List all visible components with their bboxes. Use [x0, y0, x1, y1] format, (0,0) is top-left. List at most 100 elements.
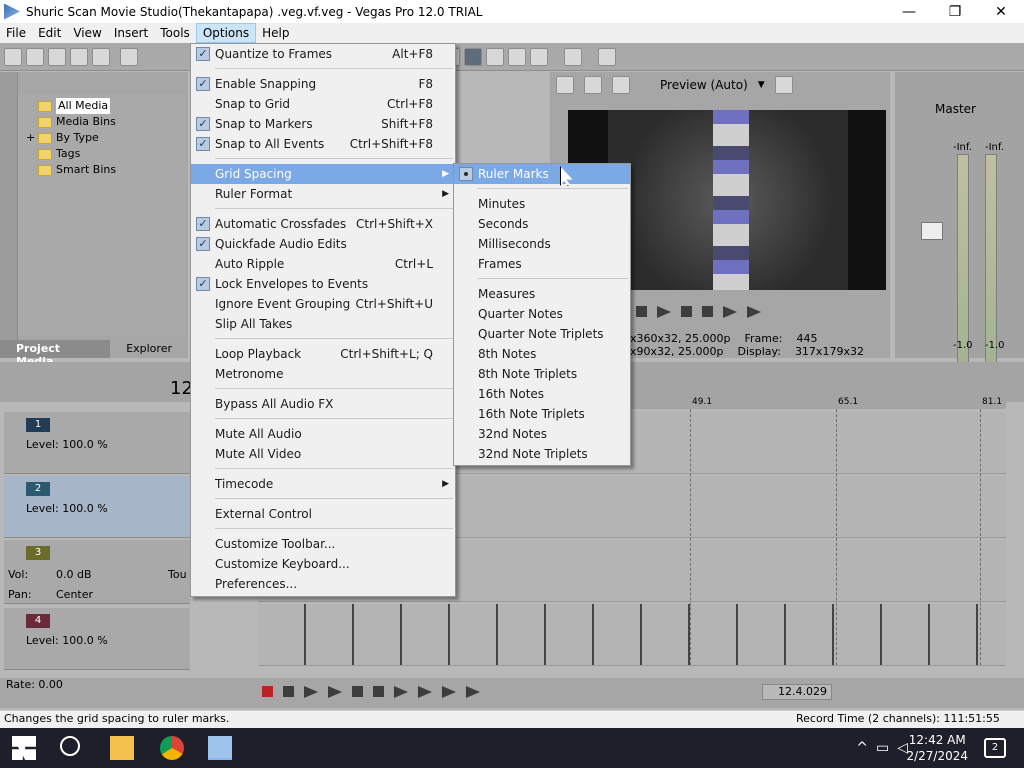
- menu-help[interactable]: Help: [256, 23, 295, 43]
- grid-item-16th-note-triplets[interactable]: 16th Note Triplets: [454, 404, 630, 424]
- tab-project-media[interactable]: Project Media: [0, 340, 111, 368]
- menu-item-grid-spacing[interactable]: Grid Spacing ▶: [191, 164, 455, 184]
- touch-mode[interactable]: Tou: [168, 568, 187, 581]
- save-as-icon[interactable]: [70, 47, 88, 66]
- grid-item-minutes[interactable]: Minutes: [454, 194, 630, 214]
- tray-chevron-icon[interactable]: ^: [856, 740, 868, 756]
- menu-item-bypass-all-audio-fx[interactable]: Bypass All Audio FX: [191, 394, 455, 414]
- go-to-start-icon[interactable]: [394, 686, 408, 698]
- grid-item-8th-notes[interactable]: 8th Notes: [454, 344, 630, 364]
- grid-item-32nd-note-triplets[interactable]: 32nd Note Triplets: [454, 444, 630, 464]
- preview-settings-icon[interactable]: [556, 76, 574, 94]
- grid-item-16th-notes[interactable]: 16th Notes: [454, 384, 630, 404]
- menu-item-customize-toolbar[interactable]: Customize Toolbar...: [191, 534, 455, 554]
- menu-options[interactable]: Options: [195, 23, 257, 43]
- grid-item-quarter-note-triplets[interactable]: Quarter Note Triplets: [454, 324, 630, 344]
- pause-icon[interactable]: [352, 686, 363, 697]
- taskbar-clock[interactable]: 12:42 AM 2/27/2024: [906, 732, 968, 764]
- expand-toggle[interactable]: +: [26, 130, 35, 146]
- snap-icon[interactable]: [464, 47, 482, 66]
- network-icon[interactable]: ▭: [876, 740, 889, 756]
- record-icon[interactable]: [262, 686, 273, 697]
- loop-icon[interactable]: [283, 686, 294, 697]
- stop-icon[interactable]: [702, 306, 713, 317]
- menu-item-metronome[interactable]: Metronome: [191, 364, 455, 384]
- menu-item-loop-playback[interactable]: Loop Playback Ctrl+Shift+L; Q: [191, 344, 455, 364]
- menu-item-slip-all-takes[interactable]: Slip All Takes: [191, 314, 455, 334]
- track-header-1[interactable]: 1 Level: 100.0 %: [4, 412, 190, 474]
- lock-envelopes-icon[interactable]: [508, 47, 526, 66]
- auto-ripple-icon[interactable]: [486, 47, 504, 66]
- overlays-icon[interactable]: [774, 76, 793, 94]
- cut-icon[interactable]: [120, 47, 138, 66]
- play-from-start-icon[interactable]: [304, 686, 318, 698]
- menu-item-ignore-event-grouping[interactable]: Ignore Event Grouping Ctrl+Shift+U: [191, 294, 455, 314]
- search-icon[interactable]: [60, 736, 80, 756]
- menu-item-snap-to-markers[interactable]: ✓ Snap to Markers Shift+F8: [191, 114, 455, 134]
- pause-icon[interactable]: [681, 306, 692, 317]
- timeline-time-display[interactable]: 12.4.029: [762, 684, 832, 700]
- menu-item-lock-envelopes-to-events[interactable]: ✓ Lock Envelopes to Events: [191, 274, 455, 294]
- menu-item-mute-all-audio[interactable]: Mute All Audio: [191, 424, 455, 444]
- menu-view[interactable]: View: [67, 23, 107, 43]
- save-icon[interactable]: [48, 47, 66, 66]
- tree-item-by-type[interactable]: By Type: [38, 130, 99, 146]
- grid-item-8th-note-triplets[interactable]: 8th Note Triplets: [454, 364, 630, 384]
- menu-item-mute-all-video[interactable]: Mute All Video: [191, 444, 455, 464]
- maximize-button[interactable]: ❐: [932, 0, 978, 23]
- menu-item-enable-snapping[interactable]: ✓ Enable Snapping F8: [191, 74, 455, 94]
- menu-tools[interactable]: Tools: [154, 23, 196, 43]
- stop-icon[interactable]: [373, 686, 384, 697]
- chevron-down-icon[interactable]: ▼: [758, 80, 765, 90]
- help-pointer-icon[interactable]: [598, 47, 616, 66]
- open-icon[interactable]: [26, 47, 44, 66]
- start-icon[interactable]: [12, 736, 36, 760]
- notification-icon[interactable]: 2: [984, 738, 1006, 758]
- menu-item-ruler-format[interactable]: Ruler Format ▶: [191, 184, 455, 204]
- grid-item-quarter-notes[interactable]: Quarter Notes: [454, 304, 630, 324]
- properties-icon[interactable]: [92, 47, 110, 66]
- menu-item-external-control[interactable]: External Control: [191, 504, 455, 524]
- menu-item-quickfade-audio-edits[interactable]: ✓ Quickfade Audio Edits: [191, 234, 455, 254]
- preview-quality-dropdown[interactable]: Preview (Auto): [660, 78, 748, 92]
- tree-item-all-media[interactable]: All Media: [38, 98, 111, 114]
- tree-item-smart-bins[interactable]: Smart Bins: [38, 162, 116, 178]
- menu-item-customize-keyboard[interactable]: Customize Keyboard...: [191, 554, 455, 574]
- tab-explorer[interactable]: Explorer: [110, 340, 188, 358]
- crossfade-icon[interactable]: [564, 47, 582, 66]
- menu-item-preferences[interactable]: Preferences...: [191, 574, 455, 594]
- file-explorer-icon[interactable]: [110, 736, 134, 760]
- next-frame-icon[interactable]: [747, 306, 761, 318]
- menu-edit[interactable]: Edit: [32, 23, 67, 43]
- grid-item-frames[interactable]: Frames: [454, 254, 630, 274]
- menu-item-snap-to-all-events[interactable]: ✓ Snap to All Events Ctrl+Shift+F8: [191, 134, 455, 154]
- new-project-icon[interactable]: [4, 47, 22, 66]
- ignore-grouping-icon[interactable]: [530, 47, 548, 66]
- minimize-button[interactable]: —: [886, 0, 932, 23]
- menu-item-quantize-to-frames[interactable]: ✓ Quantize to Frames Alt+F8: [191, 44, 455, 64]
- vegas-icon[interactable]: [208, 736, 232, 760]
- go-to-end-icon[interactable]: [418, 686, 432, 698]
- track-header-2[interactable]: 2 Level: 100.0 %: [4, 476, 190, 538]
- menu-insert[interactable]: Insert: [108, 23, 154, 43]
- loop-icon[interactable]: [636, 306, 647, 317]
- menu-item-snap-to-grid[interactable]: Snap to Grid Ctrl+F8: [191, 94, 455, 114]
- external-monitor-icon[interactable]: [584, 76, 602, 94]
- tree-item-media-bins[interactable]: Media Bins: [38, 114, 116, 130]
- grid-item-seconds[interactable]: Seconds: [454, 214, 630, 234]
- split-screen-icon[interactable]: [612, 76, 630, 94]
- menu-item-automatic-crossfades[interactable]: ✓ Automatic Crossfades Ctrl+Shift+X: [191, 214, 455, 234]
- menu-file[interactable]: File: [0, 23, 32, 43]
- play-from-start-icon[interactable]: [657, 306, 671, 318]
- master-fader[interactable]: [921, 222, 943, 240]
- close-button[interactable]: ✕: [978, 0, 1024, 23]
- play-icon[interactable]: [328, 686, 342, 698]
- menu-item-timecode[interactable]: Timecode ▶: [191, 474, 455, 494]
- menu-item-auto-ripple[interactable]: Auto Ripple Ctrl+L: [191, 254, 455, 274]
- prev-frame-icon[interactable]: [442, 686, 456, 698]
- next-frame-icon[interactable]: [466, 686, 480, 698]
- grid-item-32nd-notes[interactable]: 32nd Notes: [454, 424, 630, 444]
- grid-item-milliseconds[interactable]: Milliseconds: [454, 234, 630, 254]
- track-header-3[interactable]: 3 Vol: 0.0 dB Pan: Center Tou: [4, 540, 190, 604]
- grid-item-ruler-marks[interactable]: Ruler Marks: [454, 164, 630, 184]
